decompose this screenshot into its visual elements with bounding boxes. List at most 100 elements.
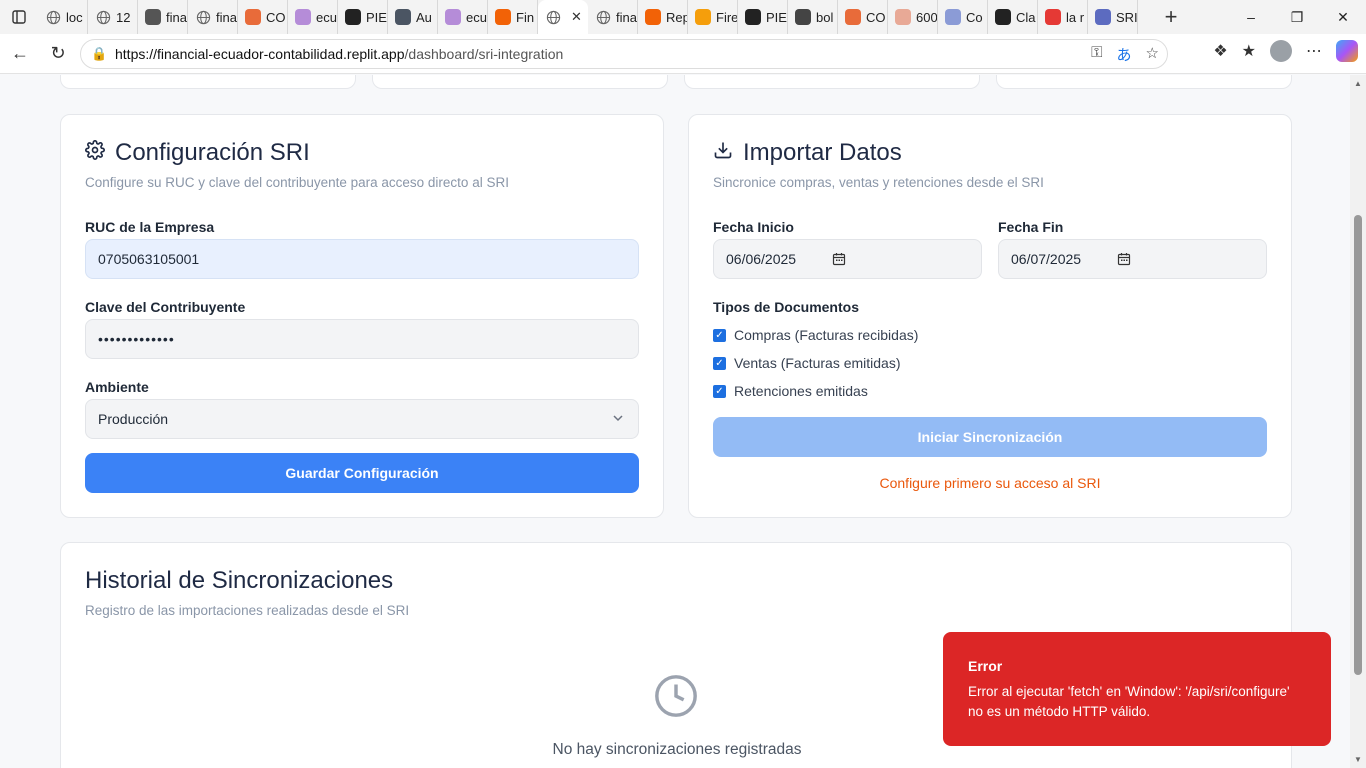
calendar-icon[interactable]	[832, 252, 846, 269]
browser-tab[interactable]: fina	[138, 0, 188, 34]
import-subtitle: Sincronice compras, ventas y retenciones…	[713, 175, 1044, 190]
globe-icon	[95, 9, 111, 25]
fecha-inicio-input[interactable]: 06/06/2025	[713, 239, 982, 279]
restore-icon[interactable]: ❐	[1274, 0, 1320, 34]
tab-active[interactable]: ✕	[538, 0, 588, 34]
key-icon[interactable]: ⚿	[1091, 44, 1102, 65]
github-icon	[345, 9, 361, 25]
page-scrollbar[interactable]: ▲ ▼	[1350, 75, 1366, 768]
clave-input[interactable]: •••••••••••••	[85, 319, 639, 359]
config-title-text: Configuración SRI	[115, 139, 310, 166]
tab-label: fina	[616, 9, 637, 25]
globe-icon	[45, 9, 61, 25]
checkbox-checked-icon[interactable]: ✓	[713, 356, 726, 370]
clock-icon	[653, 673, 699, 724]
scroll-down-icon[interactable]: ▼	[1354, 755, 1362, 764]
browser-tab[interactable]: bol	[788, 0, 838, 34]
browser-tab[interactable]: Rep	[638, 0, 688, 34]
ruc-input[interactable]: 0705063105001	[85, 239, 639, 279]
browser-tab[interactable]: CO	[838, 0, 888, 34]
close-tab-icon[interactable]: ✕	[571, 9, 582, 25]
new-tab-button[interactable]: +	[1154, 0, 1188, 34]
translate-icon[interactable]: あ	[1117, 44, 1132, 65]
tab-label: Fin	[516, 9, 535, 25]
globe-icon	[595, 9, 611, 25]
browser-tab[interactable]: Co	[938, 0, 988, 34]
browser-tab[interactable]: ecu	[438, 0, 488, 34]
ruc-value: 0705063105001	[98, 251, 200, 267]
github-icon	[745, 9, 761, 25]
site-info-icon[interactable]: 🔒	[91, 46, 109, 62]
save-config-button[interactable]: Guardar Configuración	[85, 453, 639, 493]
browser-tab[interactable]: PIE	[738, 0, 788, 34]
fecha-fin-value: 06/07/2025	[1011, 251, 1082, 267]
favorites-icon[interactable]: ★	[1242, 41, 1256, 61]
browser-tab[interactable]: PIE	[338, 0, 388, 34]
stat-card	[372, 75, 668, 89]
scroll-thumb[interactable]	[1354, 215, 1362, 675]
minimize-icon[interactable]: –	[1228, 0, 1274, 34]
more-options-icon[interactable]: ⋯	[1306, 41, 1322, 61]
doc-type-compras[interactable]: ✓ Compras (Facturas recibidas)	[713, 321, 1267, 349]
bolt-icon	[845, 9, 861, 25]
tab-label: Rep	[666, 9, 688, 25]
ambiente-select[interactable]: Producción	[85, 399, 639, 439]
doc-type-label: Compras (Facturas recibidas)	[734, 327, 919, 343]
browser-tab[interactable]: fina	[588, 0, 638, 34]
doc-type-retenciones[interactable]: ✓ Retenciones emitidas	[713, 377, 1267, 405]
browser-tab[interactable]: la r	[1038, 0, 1088, 34]
clave-value: •••••••••••••	[98, 331, 175, 347]
browser-tab[interactable]: Fire	[688, 0, 738, 34]
fecha-inicio-label: Fecha Inicio	[713, 219, 794, 235]
tab-label: bol	[816, 9, 834, 25]
copilot-icon[interactable]	[1336, 40, 1358, 62]
reload-icon[interactable]: ↻	[40, 36, 76, 72]
checkbox-checked-icon[interactable]: ✓	[713, 328, 726, 342]
sri-icon	[1095, 9, 1111, 25]
back-icon[interactable]: ←	[2, 36, 38, 72]
ambiente-label: Ambiente	[85, 379, 149, 395]
browser-tab[interactable]: ecu	[288, 0, 338, 34]
browser-tab[interactable]: Cla	[988, 0, 1038, 34]
extensions-icon[interactable]: ❖	[1213, 41, 1227, 61]
replit-icon	[495, 9, 511, 25]
url-field[interactable]: 🔒 https://financial-ecuador-contabilidad…	[80, 39, 1168, 69]
history-subtitle: Registro de las importaciones realizadas…	[85, 603, 410, 618]
b-icon	[795, 9, 811, 25]
error-toast: Error Error al ejecutar 'fetch' en 'Wind…	[943, 632, 1331, 746]
doc-type-label: Ventas (Facturas emitidas)	[734, 355, 901, 371]
profile-avatar[interactable]	[1270, 40, 1292, 62]
start-sync-button[interactable]: Iniciar Sincronización	[713, 417, 1267, 457]
browser-tab[interactable]: CO	[238, 0, 288, 34]
ambiente-value: Producción	[98, 411, 169, 427]
clave-label: Clave del Contribuyente	[85, 299, 246, 315]
calendar-icon[interactable]	[1117, 252, 1131, 269]
browser-tab[interactable]: SRI	[1088, 0, 1138, 34]
github-icon	[995, 9, 1011, 25]
favorite-star-icon[interactable]: ☆	[1146, 44, 1159, 65]
browser-tab[interactable]: 12	[88, 0, 138, 34]
tab-actions-icon[interactable]	[0, 0, 38, 34]
scroll-up-icon[interactable]: ▲	[1354, 79, 1362, 88]
tab-label: Au	[416, 9, 432, 25]
browser-address-bar: ← ↻ 🔒 https://financial-ecuador-contabil…	[0, 34, 1366, 74]
browser-tab[interactable]: Fin	[488, 0, 538, 34]
purple-icon	[445, 9, 461, 25]
browser-tab[interactable]: fina	[188, 0, 238, 34]
window-controls: – ❐ ✕	[1228, 0, 1366, 34]
browser-tab[interactable]: 600	[888, 0, 938, 34]
tab-label: 600	[916, 9, 938, 25]
browser-tab[interactable]: loc	[38, 0, 88, 34]
fecha-fin-input[interactable]: 06/07/2025	[998, 239, 1267, 279]
import-title-text: Importar Datos	[743, 139, 902, 166]
close-window-icon[interactable]: ✕	[1320, 0, 1366, 34]
tab-label: Fire	[716, 9, 738, 25]
activity-icon	[395, 9, 411, 25]
fecha-inicio-value: 06/06/2025	[726, 251, 797, 267]
youtube-icon	[1045, 9, 1061, 25]
browser-tab[interactable]: Au	[388, 0, 438, 34]
flame-icon	[695, 9, 711, 25]
replit-icon	[645, 9, 661, 25]
checkbox-checked-icon[interactable]: ✓	[713, 384, 726, 398]
doc-type-ventas[interactable]: ✓ Ventas (Facturas emitidas)	[713, 349, 1267, 377]
